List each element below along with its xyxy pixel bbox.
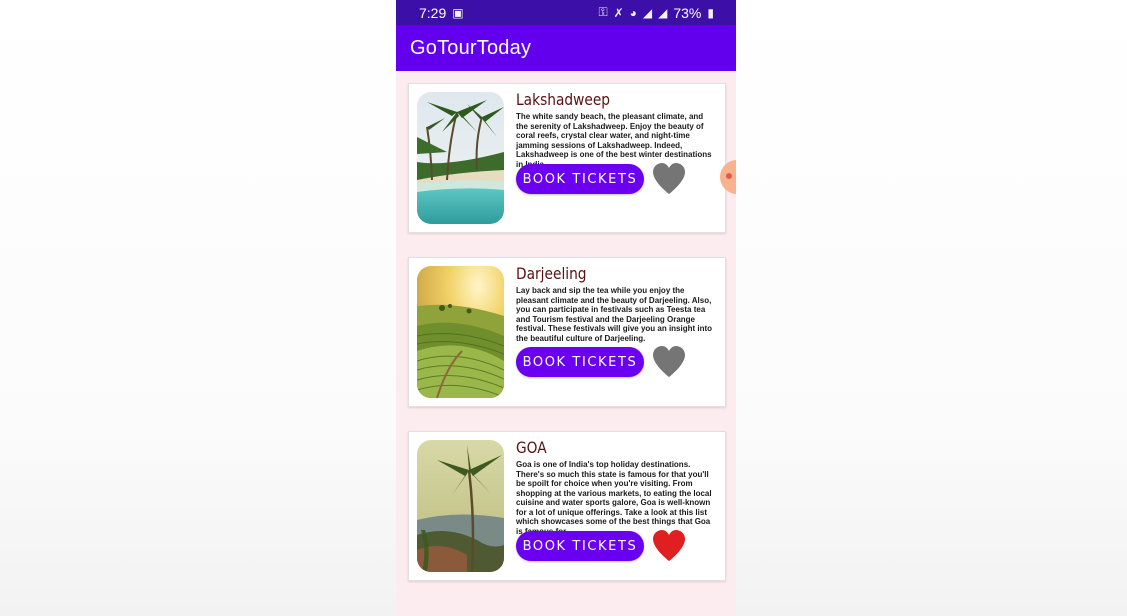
video-icon: ▣	[452, 5, 464, 20]
mute-icon: ✗	[613, 5, 624, 20]
book-tickets-button[interactable]: BOOK TICKETS	[516, 347, 644, 377]
destination-description: Goa is one of India's top holiday destin…	[516, 460, 712, 536]
destination-card-darjeeling: Darjeeling Lay back and sip the tea whil…	[408, 257, 726, 407]
heart-icon[interactable]	[651, 162, 687, 196]
darjeeling-photo	[417, 266, 504, 398]
status-time: 7:29	[419, 4, 447, 21]
battery-percent: 73%	[673, 4, 702, 21]
book-tickets-button[interactable]: BOOK TICKETS	[516, 164, 644, 194]
signal-icon: ◢	[642, 5, 653, 20]
destination-card-goa: GOA Goa is one of India's top holiday de…	[408, 431, 726, 581]
signal-icon: ◢	[658, 5, 668, 20]
destination-card-lakshadweep: Lakshadweep The white sandy beach, the p…	[408, 83, 726, 233]
book-tickets-button[interactable]: BOOK TICKETS	[516, 531, 644, 561]
wifi-icon: ◕	[629, 5, 637, 20]
destination-title: Darjeeling	[516, 264, 587, 283]
app-bar: GoTourToday	[396, 25, 736, 71]
destination-title: GOA	[516, 438, 547, 457]
status-bar: 7:29 ▣ ⚿ ✗ ◕ ◢ ◢ 73% ▮	[396, 0, 736, 25]
heart-icon[interactable]	[651, 529, 687, 563]
battery-icon: ▮	[707, 5, 714, 20]
destination-description: Lay back and sip the tea while you enjoy…	[516, 286, 713, 343]
heart-icon[interactable]	[651, 345, 687, 379]
lakshadweep-photo	[417, 92, 504, 224]
goa-photo	[417, 440, 504, 572]
app-title: GoTourToday	[410, 36, 532, 59]
destination-title: Lakshadweep	[516, 90, 611, 109]
dot-icon	[726, 173, 732, 179]
phone-screen: 7:29 ▣ ⚿ ✗ ◕ ◢ ◢ 73% ▮ GoTourToday Laksh…	[396, 0, 736, 616]
key-icon: ⚿	[598, 5, 608, 19]
destination-description: The white sandy beach, the pleasant clim…	[516, 112, 712, 169]
